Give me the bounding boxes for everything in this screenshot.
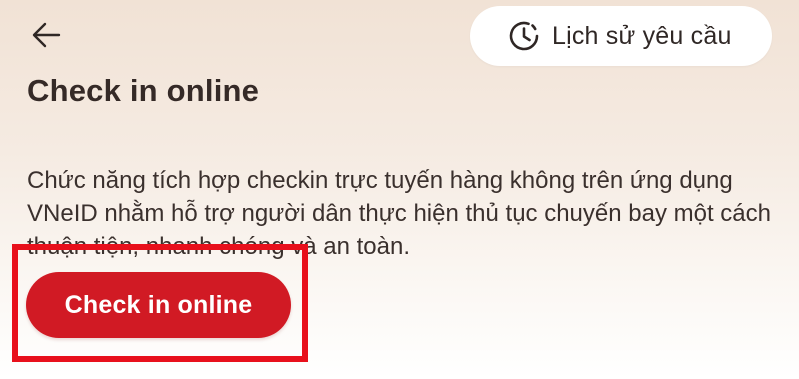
page-title: Check in online	[27, 73, 260, 108]
check-in-online-button[interactable]: Check in online	[26, 272, 291, 338]
back-button[interactable]	[28, 22, 64, 52]
clock-history-icon	[506, 18, 542, 54]
feature-description: Chức năng tích hợp checkin trực tuyến hà…	[27, 167, 771, 260]
arrow-left-icon	[31, 22, 61, 53]
request-history-button[interactable]: Lịch sử yêu cầu	[470, 6, 772, 66]
request-history-label: Lịch sử yêu cầu	[552, 21, 732, 50]
